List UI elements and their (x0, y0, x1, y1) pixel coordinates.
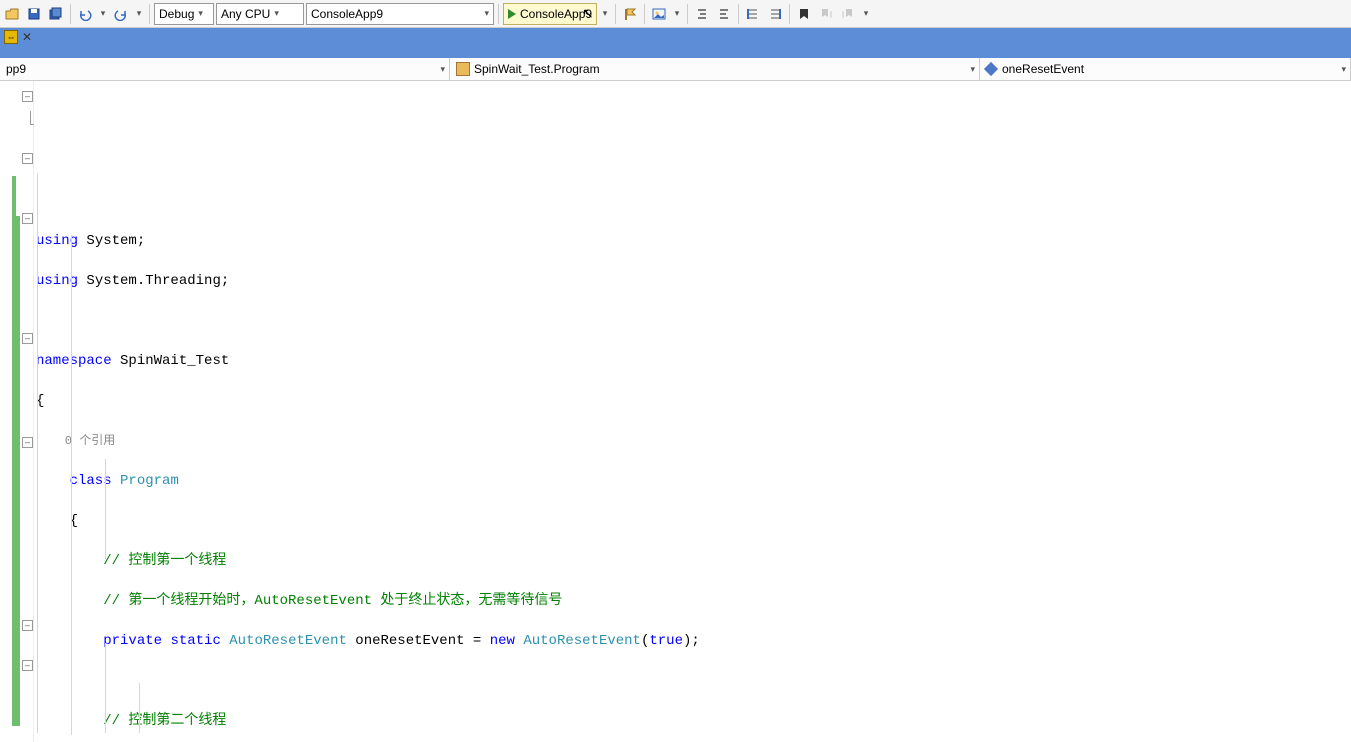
field-icon (984, 62, 998, 76)
bookmark-icon[interactable] (794, 3, 814, 25)
change-bar (16, 216, 20, 726)
document-tab-strip: ⇔ ✕ (0, 28, 1351, 58)
save-all-icon[interactable] (46, 3, 66, 25)
current-line-highlight (34, 171, 1351, 191)
undo-icon[interactable] (75, 3, 95, 25)
start-debug-label: ConsoleApp9 (520, 7, 592, 21)
open-file-icon[interactable] (2, 3, 22, 25)
fold-toggle[interactable]: – (22, 620, 33, 631)
prev-bookmark-icon[interactable] (816, 3, 836, 25)
code-editor[interactable]: – – – – – – – using System; using System… (0, 81, 1351, 742)
next-bookmark-icon[interactable] (838, 3, 858, 25)
undo-dropdown[interactable]: ▾ (97, 3, 109, 25)
redo-icon[interactable] (111, 3, 131, 25)
fold-toggle[interactable]: – (22, 213, 33, 224)
image-dropdown[interactable]: ▾ (671, 3, 683, 25)
nav-class-label: SpinWait_Test.Program (474, 62, 600, 76)
fold-toggle[interactable]: – (22, 437, 33, 448)
solution-config-label: Debug (159, 7, 194, 21)
fold-toggle[interactable]: – (22, 333, 33, 344)
class-icon (456, 62, 470, 76)
main-toolbar: ▾ ▾ Debug▾ Any CPU▾ ConsoleApp9▾ Console… (0, 0, 1351, 28)
startup-project-label: ConsoleApp9 (311, 7, 383, 21)
nav-member-combo[interactable]: oneResetEvent ▾ (980, 58, 1351, 80)
editor-gutter: – – – – – – – (0, 81, 34, 742)
comment-out-icon[interactable] (743, 3, 763, 25)
nav-member-label: oneResetEvent (1002, 62, 1084, 76)
nav-class-combo[interactable]: SpinWait_Test.Program ▾ (450, 58, 980, 80)
chevron-down-icon: ▾ (970, 64, 975, 75)
indent-right-icon[interactable] (714, 3, 734, 25)
fold-toggle[interactable]: – (22, 660, 33, 671)
solution-platform-combo[interactable]: Any CPU▾ (216, 3, 304, 25)
startup-project-combo[interactable]: ConsoleApp9▾ (306, 3, 494, 25)
solution-platform-label: Any CPU (221, 7, 270, 21)
image-icon[interactable] (649, 3, 669, 25)
start-debug-dropdown[interactable]: ▾ (599, 3, 611, 25)
uncomment-icon[interactable] (765, 3, 785, 25)
chevron-down-icon: ▾ (1341, 64, 1346, 75)
nav-file-combo[interactable]: pp9 ▾ (0, 58, 450, 80)
toolbar-overflow[interactable]: ▾ (860, 3, 872, 25)
nav-file-label: pp9 (6, 62, 26, 76)
save-icon[interactable] (24, 3, 44, 25)
chevron-down-icon: ▾ (440, 64, 445, 75)
play-icon (508, 9, 516, 19)
fold-toggle[interactable]: – (22, 153, 33, 164)
navigation-bar: pp9 ▾ SpinWait_Test.Program ▾ oneResetEv… (0, 58, 1351, 81)
flag-icon[interactable] (620, 3, 640, 25)
pin-tab-icon[interactable]: ⇔ (4, 30, 18, 44)
close-tab-button[interactable]: ✕ (22, 30, 32, 44)
redo-dropdown[interactable]: ▾ (133, 3, 145, 25)
fold-toggle[interactable]: – (22, 91, 33, 102)
solution-config-combo[interactable]: Debug▾ (154, 3, 214, 25)
code-content[interactable]: using System; using System.Threading; na… (34, 81, 1351, 742)
start-debug-button[interactable]: ConsoleApp9 (503, 3, 597, 25)
indent-left-icon[interactable] (692, 3, 712, 25)
